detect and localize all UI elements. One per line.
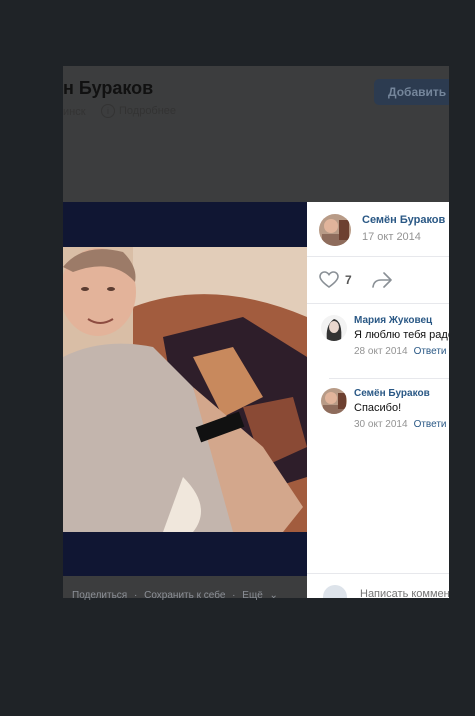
like-button[interactable]: 7 bbox=[319, 270, 352, 290]
comment-author-link[interactable]: Семён Бураков bbox=[354, 388, 430, 399]
share-link[interactable]: Поделиться bbox=[72, 590, 127, 601]
photo-actions-bar: Поделиться · Сохранить к себе · Ещё ⌄ bbox=[72, 590, 286, 601]
chevron-down-icon: ⌄ bbox=[269, 590, 278, 601]
like-count: 7 bbox=[345, 273, 352, 287]
post-author: Семён Бураков 17 окт 2014 bbox=[319, 214, 449, 250]
reply-link[interactable]: Ответи bbox=[414, 419, 447, 430]
more-label: Ещё bbox=[242, 590, 263, 601]
profile-details-label: Подробнее bbox=[119, 105, 177, 117]
separator: · bbox=[134, 590, 138, 601]
divider bbox=[329, 378, 449, 379]
post-date[interactable]: 17 окт 2014 bbox=[362, 231, 421, 243]
comment-date[interactable]: 28 окт 2014 bbox=[354, 346, 408, 357]
profile-name: н Бураков bbox=[63, 78, 154, 98]
comment-author-link[interactable]: Мария Жуковец bbox=[354, 315, 432, 326]
share-icon[interactable] bbox=[371, 270, 393, 290]
avatar[interactable] bbox=[321, 388, 347, 414]
comment-input[interactable] bbox=[360, 588, 449, 598]
profile-city: инск bbox=[63, 106, 86, 118]
comment-item: Семён Бураков Спасибо! 30 окт 2014 Ответи bbox=[321, 388, 449, 448]
author-name-link[interactable]: Семён Бураков bbox=[362, 214, 445, 226]
add-friend-button[interactable]: Добавить в bbox=[374, 79, 449, 105]
comment-meta: 28 окт 2014 Ответи bbox=[354, 346, 447, 357]
divider bbox=[307, 303, 449, 304]
photo-side-panel: Семён Бураков 17 окт 2014 7 Мария Жукове… bbox=[307, 202, 449, 598]
comment-meta: 30 окт 2014 Ответи bbox=[354, 419, 447, 430]
comment-date[interactable]: 30 окт 2014 bbox=[354, 419, 408, 430]
divider bbox=[307, 256, 449, 257]
reply-link[interactable]: Ответи bbox=[414, 346, 447, 357]
more-menu-link[interactable]: Ещё ⌄ bbox=[242, 590, 282, 601]
comment-text: Я люблю тебя радо bbox=[354, 329, 449, 341]
info-icon: i bbox=[101, 104, 115, 118]
avatar[interactable] bbox=[321, 315, 347, 341]
photo-viewer[interactable] bbox=[63, 202, 307, 576]
save-to-profile-link[interactable]: Сохранить к себе bbox=[144, 590, 225, 601]
photo bbox=[63, 247, 307, 532]
comment-text: Спасибо! bbox=[354, 402, 402, 414]
comment-composer bbox=[321, 582, 449, 598]
avatar bbox=[323, 585, 347, 598]
comment-item: Мария Жуковец Я люблю тебя радо 28 окт 2… bbox=[321, 315, 449, 375]
avatar[interactable] bbox=[319, 214, 351, 246]
profile-details-link[interactable]: i Подробнее bbox=[101, 104, 176, 118]
divider bbox=[307, 573, 449, 574]
heart-icon bbox=[319, 271, 339, 288]
separator: · bbox=[232, 590, 236, 601]
